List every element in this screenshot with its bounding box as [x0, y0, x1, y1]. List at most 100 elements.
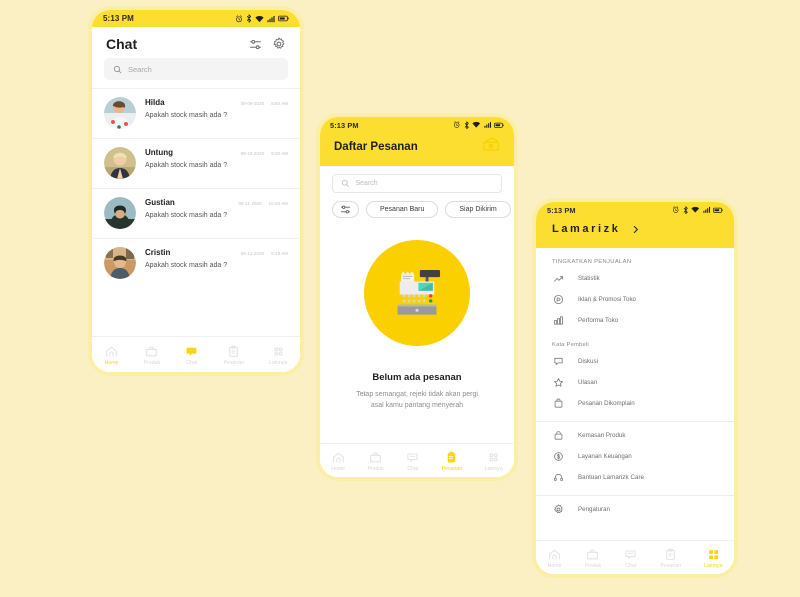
empty-state-subtitle: Tetap semangat, rejeki tidak akan pergi … — [356, 390, 478, 412]
menu-item-pengaturan[interactable]: Pengaturan — [536, 499, 734, 520]
bottom-navigation[interactable]: Home Produk Chat Pesanan Lainnya — [320, 443, 514, 477]
status-bar-icons — [235, 14, 289, 23]
gear-icon[interactable] — [272, 37, 286, 51]
nav-item-pesanan[interactable]: Pesanan — [442, 449, 462, 472]
shop-name: Lamarizk — [552, 223, 621, 235]
battery-icon — [713, 207, 723, 213]
nav-item-home[interactable]: Home — [331, 449, 345, 472]
menu-item-kemasan-produk[interactable]: Kemasan Produk — [536, 425, 734, 446]
filter-icon[interactable] — [249, 38, 262, 51]
nav-label-lainnya: Lainnya — [704, 563, 723, 569]
bottom-navigation[interactable]: Home Produk Chat Pesanan Lainnya — [536, 540, 734, 574]
nav-item-home[interactable]: Home — [548, 546, 561, 569]
more-menu-screen: Lamarizk TINGKATKAN PENJUALAN Statistik … — [536, 218, 734, 574]
menu-item-ulasan[interactable]: Ulasan — [536, 372, 734, 393]
briefcase-icon — [586, 546, 599, 561]
menu-item-diskusi[interactable]: Diskusi — [536, 351, 734, 372]
chat-list-item[interactable]: Gustian 08-11-2020 10:20 AM Apakah stock… — [92, 188, 300, 238]
menu-label-ulasan: Ulasan — [578, 379, 598, 386]
empty-state-title: Belum ada pesanan — [372, 372, 462, 383]
chat-date: 08-11-2020 — [238, 201, 262, 206]
bluetooth-icon — [246, 14, 252, 23]
search-input[interactable]: Search — [104, 58, 288, 80]
chat-item-content: Cristin 08-12-2020 6:49 AM Apakah stock … — [145, 247, 288, 269]
menu-sections: TINGKATKAN PENJUALAN Statistik Iklan & P… — [536, 248, 734, 540]
nav-item-lainnya[interactable]: Lainnya — [485, 449, 503, 472]
nav-item-chat[interactable]: Chat — [185, 343, 198, 366]
menu-label-pesanan-dikomplain: Pesanan Dikomplain — [578, 400, 635, 407]
box-icon — [552, 398, 565, 409]
nav-item-lainnya[interactable]: Lainnya — [269, 343, 287, 366]
search-input[interactable]: Search — [332, 174, 502, 193]
nav-item-produk[interactable]: Produk — [144, 343, 160, 366]
chat-list-item[interactable]: Cristin 08-12-2020 6:49 AM Apakah stock … — [92, 238, 300, 288]
nav-label-chat: Chat — [625, 563, 637, 569]
chat-preview-message: Apakah stock masih ada ? — [145, 162, 228, 169]
avatar — [104, 147, 136, 179]
bottom-navigation[interactable]: Home Produk Chat Pesanan Lainnya — [92, 336, 300, 372]
home-icon — [105, 343, 118, 358]
nav-label-produk: Produk — [367, 466, 384, 472]
status-bar: 5:13 PM — [320, 117, 514, 133]
chat-list[interactable]: Hilda 08-09-2020 8:50 AM Apakah stock ma… — [92, 88, 300, 336]
page-title: Daftar Pesanan — [334, 140, 418, 153]
chip-siap-dikirim[interactable]: Siap Dikirim — [445, 201, 511, 218]
chat-item-content: Hilda 08-09-2020 8:50 AM Apakah stock ma… — [145, 97, 288, 119]
chat-bubble-icon — [406, 449, 419, 464]
menu-divider — [536, 495, 734, 496]
menu-label-statistik: Statistik — [578, 275, 600, 282]
shop-header[interactable]: Lamarizk — [536, 218, 734, 248]
chat-list-item[interactable]: Hilda 08-09-2020 8:50 AM Apakah stock ma… — [92, 88, 300, 138]
cash-register-icon[interactable] — [482, 136, 500, 157]
alarm-icon — [454, 121, 460, 128]
chat-item-content: Untung 08-10-2020 9:30 AM Apakah stock m… — [145, 147, 288, 169]
wifi-icon — [472, 122, 481, 128]
orders-header: Daftar Pesanan — [320, 133, 514, 166]
nav-label-pesanan: Pesanan — [223, 360, 244, 366]
filter-chip-button[interactable] — [332, 201, 359, 218]
filter-icon — [340, 205, 351, 214]
empty-state-subtitle-line2: asal kamu pantang menyerah — [370, 401, 464, 409]
status-bar-icons — [672, 206, 723, 215]
menu-item-layanan-keuangan[interactable]: Layanan Keuangan — [536, 446, 734, 467]
section-title-kata-pembeli: Kata Pembeli — [552, 342, 589, 348]
menu-item-performa-toko[interactable]: Performa Toko — [536, 310, 734, 331]
orders-screen: Daftar Pesanan Search Pesanan Baru Siap … — [320, 133, 514, 477]
nav-item-chat[interactable]: Chat — [624, 546, 637, 569]
chat-list-item[interactable]: Untung 08-10-2020 9:30 AM Apakah stock m… — [92, 138, 300, 188]
chat-date: 08-10-2020 — [240, 151, 265, 156]
nav-item-produk[interactable]: Produk — [585, 546, 601, 569]
menu-item-statistik[interactable]: Statistik — [536, 268, 734, 289]
chat-preview-message: Apakah stock masih ada ? — [145, 112, 228, 119]
star-icon — [552, 377, 565, 388]
nav-item-pesanan[interactable]: Pesanan — [660, 546, 681, 569]
chevron-right-icon — [633, 225, 638, 233]
chat-contact-name: Cristin — [145, 248, 171, 257]
nav-item-chat[interactable]: Chat — [406, 449, 419, 472]
status-bar-icons — [453, 121, 504, 130]
chat-time: 6:49 AM — [271, 251, 288, 256]
menu-label-iklan-promosi-toko: Iklan & Promosi Toko — [578, 296, 637, 303]
wifi-icon — [691, 207, 700, 213]
menu-item-pesanan-dikomplain[interactable]: Pesanan Dikomplain — [536, 393, 734, 414]
menu-item-iklan-promosi-toko[interactable]: Iklan & Promosi Toko — [536, 289, 734, 310]
chat-time: 8:50 AM — [271, 101, 288, 106]
chip-pesanan-baru[interactable]: Pesanan Baru — [366, 201, 439, 218]
nav-item-pesanan[interactable]: Pesanan — [223, 343, 244, 366]
nav-item-lainnya[interactable]: Lainnya — [704, 546, 722, 569]
signal-icon — [702, 207, 710, 213]
bluetooth-icon — [464, 121, 469, 129]
chat-date: 08-09-2020 — [240, 101, 265, 106]
nav-item-produk[interactable]: Produk — [367, 449, 384, 472]
nav-label-pesanan: Pesanan — [660, 563, 681, 569]
orders-search-area: Search — [320, 166, 514, 193]
menu-label-diskusi: Diskusi — [578, 358, 598, 365]
chat-screen: Chat Search Hilda 08-09-2020 8:50 AM Apa… — [92, 27, 300, 372]
status-bar: 5:13 PM — [92, 10, 300, 27]
menu-label-performa-toko: Performa Toko — [578, 317, 619, 324]
chat-header-actions — [249, 37, 286, 51]
nav-item-home[interactable]: Home — [105, 343, 118, 366]
menu-item-bantuan-lamarizk-care[interactable]: Bantuan Lamarizk Care — [536, 467, 734, 488]
home-icon — [548, 546, 561, 561]
nav-label-lainnya: Lainnya — [484, 466, 503, 472]
